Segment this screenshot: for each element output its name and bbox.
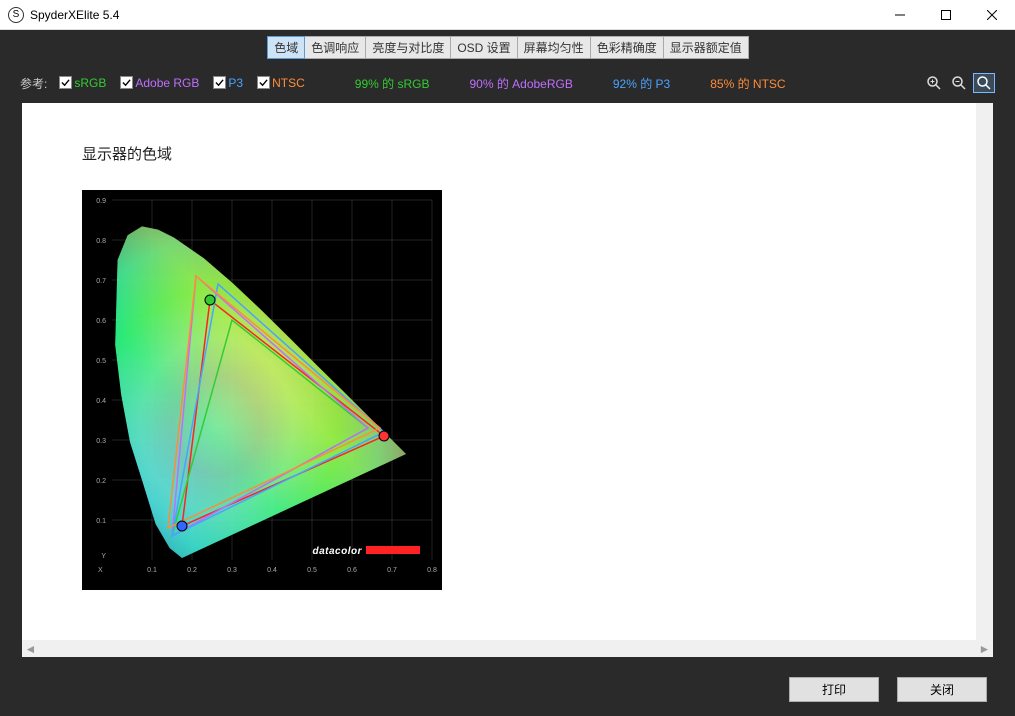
ref-label-adobe-rgb: Adobe RGB [135,76,199,90]
content-scroll[interactable]: 显示器的色域 0.1 0.2 0.3 0.4 0.5 0.6 0.7 0.8 0.1 0.2 0.3… [22,103,993,657]
maximize-button[interactable] [923,0,969,30]
ref-label-srgb: sRGB [74,76,106,90]
scrollbar-horizontal[interactable]: ◄ ► [22,640,993,657]
tabbar-wrap: 色域色调响应亮度与对比度OSD 设置屏幕均匀性色彩精确度显示器额定值 [0,30,1015,59]
stat-value: 90% 的 AdobeRGB [469,75,572,92]
ref-label-ntsc: NTSC [272,76,305,90]
tab-0[interactable]: 色域 [267,36,305,59]
tabbar: 色域色调响应亮度与对比度OSD 设置屏幕均匀性色彩精确度显示器额定值 [267,36,747,59]
svg-text:0.8: 0.8 [427,567,437,574]
tab-3[interactable]: OSD 设置 [450,36,517,59]
svg-text:0.1: 0.1 [96,518,106,525]
svg-text:0.6: 0.6 [96,318,106,325]
gamut-chart: 0.1 0.2 0.3 0.4 0.5 0.6 0.7 0.8 0.1 0.2 0.3 0.4 0.5 0… [82,190,442,590]
window-controls [877,0,1015,30]
zoom-out-icon[interactable] [948,73,970,93]
svg-text:0.4: 0.4 [96,398,106,405]
stat-value: 92% 的 P3 [613,75,670,92]
svg-text:X: X [98,567,103,574]
scroll-right-icon[interactable]: ► [976,640,993,657]
scrollbar-vertical[interactable] [976,103,993,640]
zoom-fit-icon[interactable] [973,73,995,93]
zoom-in-icon[interactable] [923,73,945,93]
checkbox-srgb[interactable] [59,76,72,89]
svg-text:0.7: 0.7 [96,278,106,285]
stat-value: 99% 的 sRGB [355,75,430,92]
app-icon: S [8,7,24,23]
button-row: 打印 关闭 [0,667,1015,716]
tab-2[interactable]: 亮度与对比度 [365,36,451,59]
section-title: 显示器的色域 [82,143,973,164]
close-button[interactable] [969,0,1015,30]
minimize-button[interactable] [877,0,923,30]
checkbox-p3[interactable] [213,76,226,89]
svg-text:0.8: 0.8 [96,238,106,245]
svg-text:datacolor: datacolor [312,546,362,557]
checkbox-ntsc[interactable] [257,76,270,89]
ref-label-p3: P3 [228,76,243,90]
tab-6[interactable]: 显示器额定值 [663,36,749,59]
zoom-controls [923,73,995,93]
svg-text:0.3: 0.3 [96,438,106,445]
svg-text:0.4: 0.4 [267,567,277,574]
titlebar: S SpyderXElite 5.4 [0,0,1015,30]
svg-text:0.2: 0.2 [96,478,106,485]
svg-text:Y: Y [101,553,106,560]
scroll-left-icon[interactable]: ◄ [22,640,39,657]
tab-4[interactable]: 屏幕均匀性 [517,36,591,59]
svg-text:0.9: 0.9 [96,198,106,205]
window-title: SpyderXElite 5.4 [30,8,877,22]
svg-text:0.3: 0.3 [227,567,237,574]
reference-row: 参考: sRGB Adobe RGB P3 NTSC 99% 的 sRGB 90% 的 … [0,59,1015,103]
svg-text:0.7: 0.7 [387,567,397,574]
checkbox-adobe-rgb[interactable] [120,76,133,89]
content-frame: 显示器的色域 0.1 0.2 0.3 0.4 0.5 0.6 0.7 0.8 0.1 0.2 0.3… [22,103,993,657]
app-body: 色域色调响应亮度与对比度OSD 设置屏幕均匀性色彩精确度显示器额定值 参考: s… [0,30,1015,716]
tab-5[interactable]: 色彩精确度 [590,36,664,59]
svg-text:0.1: 0.1 [147,567,157,574]
print-button[interactable]: 打印 [789,677,879,702]
gamut-stats: 99% 的 sRGB 90% 的 AdobeRGB 92% 的 P3 85% 的 NT… [355,75,786,92]
stat-value: 85% 的 NTSC [710,75,785,92]
svg-text:0.2: 0.2 [187,567,197,574]
svg-text:0.5: 0.5 [96,358,106,365]
svg-text:0.5: 0.5 [307,567,317,574]
svg-text:0.6: 0.6 [347,567,357,574]
tab-1[interactable]: 色调响应 [304,36,366,59]
reference-label: 参考: [20,75,47,92]
close-app-button[interactable]: 关闭 [897,677,987,702]
